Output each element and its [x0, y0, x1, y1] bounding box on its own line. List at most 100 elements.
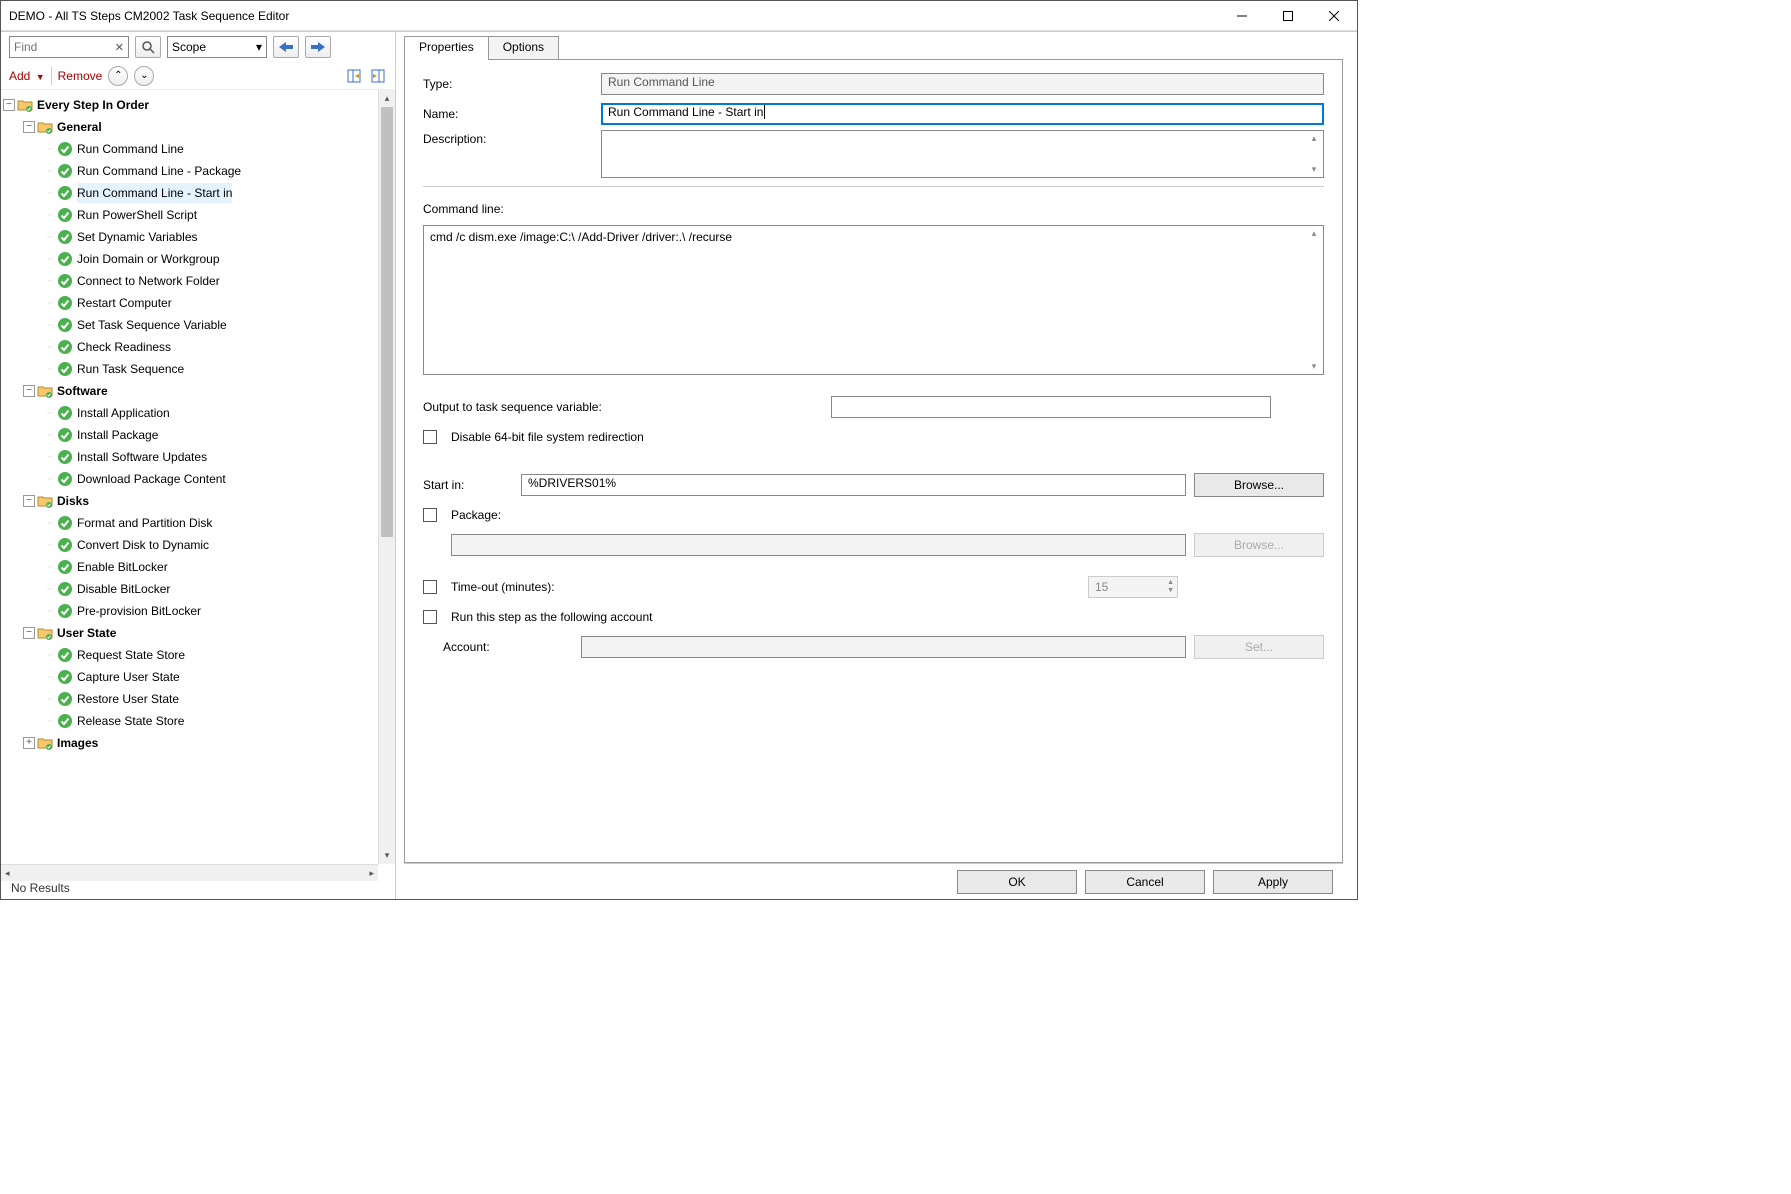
window: DEMO - All TS Steps CM2002 Task Sequence…: [0, 0, 1358, 900]
tree-item[interactable]: ┈Set Dynamic Variables: [3, 226, 378, 248]
tree-item[interactable]: ┈Release State Store: [3, 710, 378, 732]
check-icon: [57, 603, 73, 619]
tree-item[interactable]: ┈Connect to Network Folder: [3, 270, 378, 292]
account-label: Account:: [443, 640, 573, 654]
nav-fwd-button[interactable]: [305, 36, 331, 58]
close-button[interactable]: [1311, 1, 1357, 31]
tree-group[interactable]: −Software: [3, 380, 378, 402]
check-icon: [57, 449, 73, 465]
check-icon: [57, 251, 73, 267]
panel-toggle-1-icon[interactable]: [345, 65, 363, 87]
window-title: DEMO - All TS Steps CM2002 Task Sequence…: [9, 9, 1219, 23]
tree-item[interactable]: ┈Convert Disk to Dynamic: [3, 534, 378, 556]
name-input[interactable]: Run Command Line - Start in: [601, 103, 1324, 125]
disable64-checkbox[interactable]: [423, 430, 437, 444]
check-icon: [57, 273, 73, 289]
check-icon: [57, 471, 73, 487]
tree-item[interactable]: ┈Run Task Sequence: [3, 358, 378, 380]
startin-browse-button[interactable]: Browse...: [1194, 473, 1324, 497]
task-sequence-tree[interactable]: −Every Step In Order−General┈Run Command…: [1, 90, 378, 864]
scroll-thumb[interactable]: [381, 107, 393, 537]
tree-item[interactable]: ┈Enable BitLocker: [3, 556, 378, 578]
minimize-button[interactable]: [1219, 1, 1265, 31]
chevron-down-icon: ▾: [256, 40, 262, 54]
collapse-up-button[interactable]: ⌃: [108, 66, 128, 86]
tree-item[interactable]: ┈Disable BitLocker: [3, 578, 378, 600]
find-clear-icon[interactable]: ✕: [111, 41, 128, 54]
nav-back-button[interactable]: [273, 36, 299, 58]
package-input: [451, 534, 1186, 556]
timeout-spinner: 15▲▼: [1088, 576, 1178, 598]
tree-group[interactable]: +Images: [3, 732, 378, 754]
commandline-input[interactable]: cmd /c dism.exe /image:C:\ /Add-Driver /…: [423, 225, 1324, 375]
tree-item[interactable]: ┈Pre-provision BitLocker: [3, 600, 378, 622]
tab-options[interactable]: Options: [488, 36, 559, 60]
folder-icon: [37, 384, 53, 398]
check-icon: [57, 691, 73, 707]
properties-panel: Type: Run Command Line Name: Run Command…: [404, 60, 1343, 863]
remove-button[interactable]: Remove: [58, 69, 103, 83]
tree-group[interactable]: −General: [3, 116, 378, 138]
tab-properties[interactable]: Properties: [404, 36, 489, 60]
tree-root[interactable]: −Every Step In Order: [3, 94, 378, 116]
disable64-label: Disable 64-bit file system redirection: [451, 430, 644, 444]
scroll-down-icon[interactable]: ▾: [379, 847, 395, 864]
package-label: Package:: [451, 508, 501, 522]
check-icon: [57, 163, 73, 179]
output-var-input[interactable]: [831, 396, 1271, 418]
tree-item[interactable]: ┈Check Readiness: [3, 336, 378, 358]
tree-item[interactable]: ┈Download Package Content: [3, 468, 378, 490]
tree-item[interactable]: ┈Install Application: [3, 402, 378, 424]
timeout-checkbox[interactable]: [423, 580, 437, 594]
tree-item[interactable]: ┈Set Task Sequence Variable: [3, 314, 378, 336]
type-label: Type:: [423, 77, 593, 91]
tree-item[interactable]: ┈Run Command Line: [3, 138, 378, 160]
scope-dropdown[interactable]: Scope ▾: [167, 36, 267, 58]
panel-toggle-2-icon[interactable]: [369, 65, 387, 87]
find-input[interactable]: [10, 40, 111, 54]
horizontal-scrollbar[interactable]: ◂▸: [1, 864, 378, 881]
tree-item[interactable]: ┈Restore User State: [3, 688, 378, 710]
tree-item[interactable]: ┈Run Command Line - Start in: [3, 182, 378, 204]
ok-button[interactable]: OK: [957, 870, 1077, 894]
output-var-label: Output to task sequence variable:: [423, 400, 823, 414]
separator: [423, 186, 1324, 187]
check-icon: [57, 515, 73, 531]
tree-group[interactable]: −Disks: [3, 490, 378, 512]
tree-item[interactable]: ┈Install Software Updates: [3, 446, 378, 468]
tree-item[interactable]: ┈Run Command Line - Package: [3, 160, 378, 182]
scope-label: Scope: [172, 40, 206, 54]
tree-item[interactable]: ┈Join Domain or Workgroup: [3, 248, 378, 270]
expand-down-button[interactable]: ⌄: [134, 66, 154, 86]
tree-item[interactable]: ┈Capture User State: [3, 666, 378, 688]
find-box[interactable]: ✕: [9, 36, 129, 58]
tree-item[interactable]: ┈Request State Store: [3, 644, 378, 666]
add-button[interactable]: Add ▼: [9, 69, 45, 83]
scroll-up-icon[interactable]: ▴: [379, 90, 395, 107]
cancel-button[interactable]: Cancel: [1085, 870, 1205, 894]
description-input[interactable]: ▴▾: [601, 130, 1324, 178]
tree-item[interactable]: ┈Format and Partition Disk: [3, 512, 378, 534]
chevron-down-icon: ▼: [36, 72, 45, 82]
tree-item[interactable]: ┈Restart Computer: [3, 292, 378, 314]
check-icon: [57, 427, 73, 443]
maximize-button[interactable]: [1265, 1, 1311, 31]
startin-input[interactable]: %DRIVERS01%: [521, 474, 1186, 496]
runas-checkbox[interactable]: [423, 610, 437, 624]
package-browse-button: Browse...: [1194, 533, 1324, 557]
check-icon: [57, 361, 73, 377]
left-pane: ✕ Scope ▾ Add ▼ Remove ⌃ ⌄ −Every Step In…: [1, 32, 396, 899]
tree-item[interactable]: ┈Run PowerShell Script: [3, 204, 378, 226]
search-button[interactable]: [135, 36, 161, 58]
tree-group[interactable]: −User State: [3, 622, 378, 644]
tabs: Properties Options: [404, 36, 1343, 60]
check-icon: [57, 713, 73, 729]
runas-label: Run this step as the following account: [451, 610, 652, 624]
apply-button[interactable]: Apply: [1213, 870, 1333, 894]
check-icon: [57, 559, 73, 575]
check-icon: [57, 669, 73, 685]
tree-item[interactable]: ┈Install Package: [3, 424, 378, 446]
folder-icon: [37, 736, 53, 750]
vertical-scrollbar[interactable]: ▴ ▾: [378, 90, 395, 864]
package-checkbox[interactable]: [423, 508, 437, 522]
